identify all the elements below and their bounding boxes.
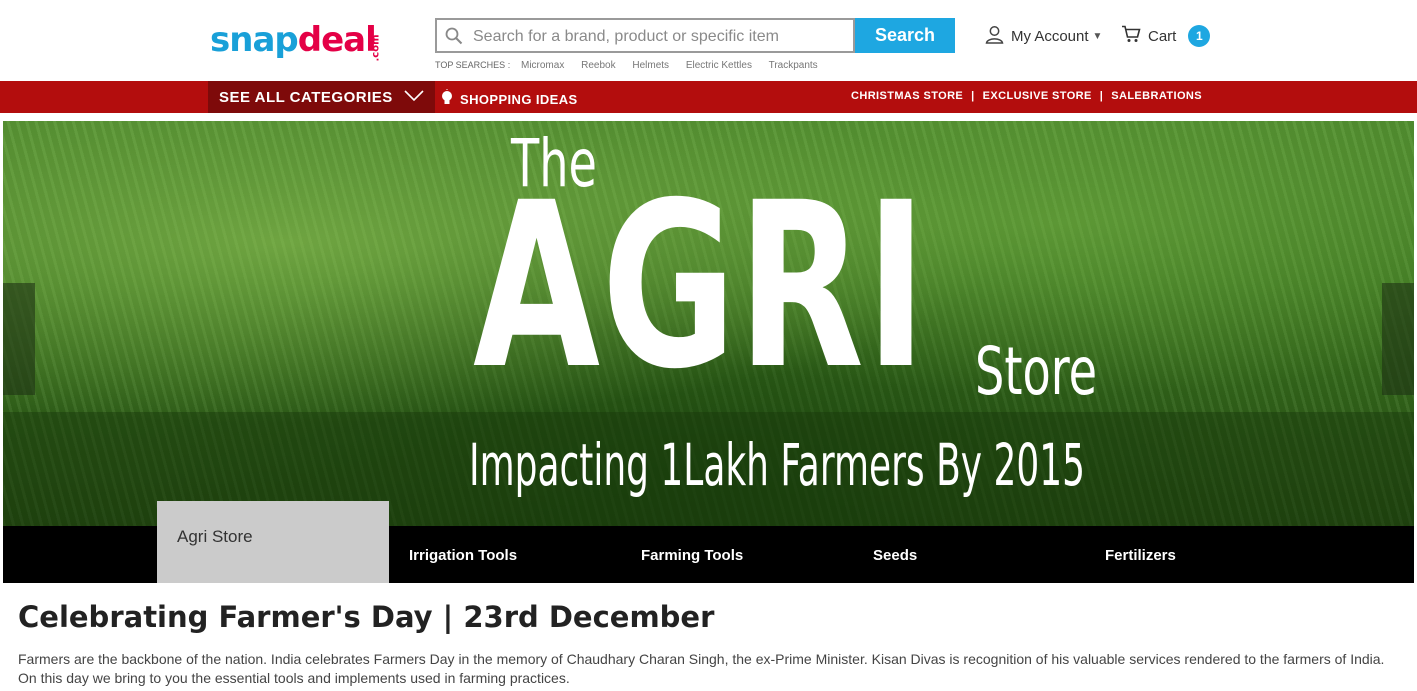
divider: |: [1099, 90, 1104, 102]
page-description: Farmers are the backbone of the nation. …: [18, 651, 1385, 686]
page-heading: Celebrating Farmer's Day | 23rd December: [18, 600, 715, 634]
exclusive-store-link[interactable]: EXCLUSIVE STORE: [983, 90, 1092, 102]
category-navbar: SEE ALL CATEGORIES SHOPPING IDEAS CHRIST…: [0, 81, 1417, 113]
divider: |: [971, 90, 975, 102]
chevron-down-icon: [403, 89, 425, 107]
store-links: CHRISTMAS STORE | EXCLUSIVE STORE | SALEBRAT…: [851, 90, 1202, 102]
snapdeal-logo[interactable]: snapdeal .com: [210, 20, 382, 62]
shopping-ideas-label: SHOPPING IDEAS: [460, 92, 578, 107]
search-icon: [445, 27, 463, 50]
cart-count-badge: 1: [1188, 25, 1211, 47]
arrow-right-icon[interactable]: [1382, 283, 1414, 395]
top-searches-label: TOP SEARCHES :: [435, 60, 511, 70]
see-all-categories-button[interactable]: SEE ALL CATEGORIES: [208, 81, 435, 113]
arrow-left-icon[interactable]: [3, 283, 35, 395]
top-search-helmets[interactable]: Helmets: [632, 60, 669, 71]
top-search-trackpants[interactable]: Trackpants: [769, 60, 818, 71]
bulb-icon: [440, 89, 454, 110]
cart-link[interactable]: Cart 1: [1121, 25, 1211, 47]
tab-label: Farming Tools: [641, 547, 744, 564]
tab-label: Irrigation Tools: [409, 547, 518, 564]
chevron-down-icon: ▼: [1092, 31, 1103, 42]
tab-label: Seeds: [873, 547, 918, 564]
top-searches: TOP SEARCHES : Micromax Reebok Helmets E…: [435, 60, 832, 71]
christmas-store-link[interactable]: CHRISTMAS STORE: [851, 90, 963, 102]
logo-suffix: .com: [370, 34, 382, 62]
search-box: [435, 18, 855, 53]
banner-tagline: Impacting 1Lakh Farmers By 2015: [469, 431, 1085, 499]
tab-agri-store[interactable]: Agri Store: [157, 501, 389, 583]
banner-title-agri: AGRI: [473, 153, 929, 419]
my-account-label: My Account: [1011, 28, 1089, 45]
cart-label: Cart: [1148, 27, 1177, 45]
top-search-electric-kettles[interactable]: Electric Kettles: [686, 60, 752, 71]
tab-label: Agri Store: [177, 527, 253, 546]
see-all-categories-label: SEE ALL CATEGORIES: [219, 89, 393, 106]
cart-icon: [1121, 25, 1141, 47]
top-search-micromax[interactable]: Micromax: [521, 60, 564, 71]
site-header: snapdeal .com Search TOP SEARCHES : Micr…: [0, 0, 1417, 81]
salebrations-link[interactable]: SALEBRATIONS: [1111, 90, 1202, 102]
top-search-reebok[interactable]: Reebok: [581, 60, 615, 71]
logo-snap: snap: [210, 20, 299, 60]
search-input[interactable]: [471, 20, 850, 53]
user-icon: [985, 25, 1004, 48]
search-button[interactable]: Search: [855, 18, 955, 53]
my-account-menu[interactable]: My Account ▼: [985, 25, 1102, 48]
banner-title-store: Store: [975, 333, 1098, 410]
agri-category-tabs: Agri Store Irrigation Tools Farming Tool…: [3, 501, 1414, 583]
shopping-ideas-link[interactable]: SHOPPING IDEAS: [440, 89, 578, 110]
tab-label: Fertilizers: [1105, 547, 1176, 564]
agri-store-banner[interactable]: The AGRI Store Impacting 1Lakh Farmers B…: [3, 121, 1414, 526]
